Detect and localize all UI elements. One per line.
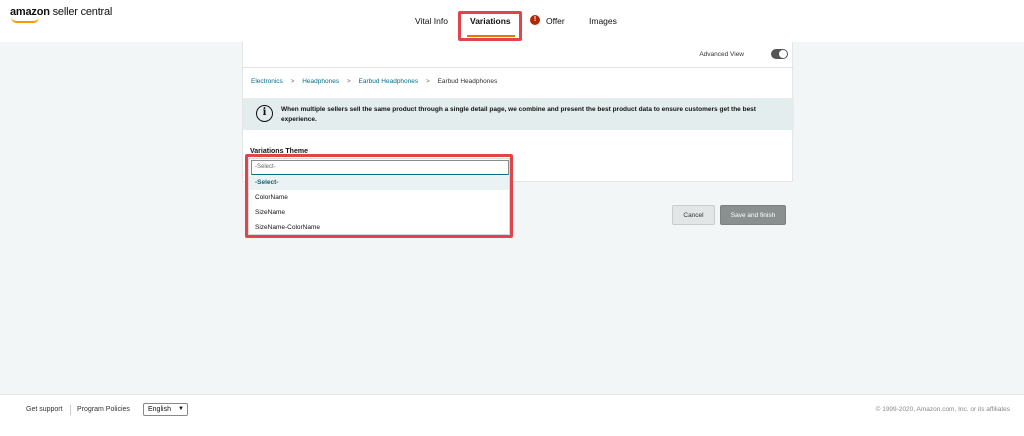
info-icon: i: [256, 105, 273, 122]
cancel-button[interactable]: Cancel: [672, 205, 715, 225]
toggle-knob: [779, 50, 787, 58]
breadcrumb-item-current: Earbud Headphones: [437, 78, 498, 85]
language-value: English: [148, 406, 171, 413]
info-notice: i When multiple sellers sell the same pr…: [243, 98, 794, 130]
footer-divider: [70, 405, 71, 415]
breadcrumb-separator: >: [425, 78, 430, 85]
advanced-view-row: Advanced View: [243, 42, 794, 68]
save-and-finish-button[interactable]: Save and finish: [720, 205, 786, 225]
copyright-text: © 1999-2020, Amazon.com, Inc. or its aff…: [875, 406, 1010, 413]
caret-down-icon: ▼: [178, 406, 184, 412]
advanced-view-label: Advanced View: [699, 51, 744, 58]
breadcrumb-item-electronics[interactable]: Electronics: [251, 78, 283, 85]
notice-text: When multiple sellers sell the same prod…: [281, 106, 756, 123]
language-select[interactable]: English ▼: [143, 403, 188, 416]
amazon-smile-icon: [11, 17, 39, 23]
highlight-box-dropdown: [245, 154, 513, 238]
program-policies-link[interactable]: Program Policies: [77, 406, 130, 413]
tab-offer[interactable]: Offer: [546, 16, 565, 26]
advanced-view-toggle[interactable]: [771, 49, 788, 59]
breadcrumb: Electronics > Headphones > Earbud Headph…: [251, 78, 497, 85]
breadcrumb-item-headphones[interactable]: Headphones: [302, 78, 339, 85]
alert-icon: !: [530, 15, 540, 25]
tab-images[interactable]: Images: [589, 16, 617, 26]
tab-vital-info[interactable]: Vital Info: [415, 16, 448, 26]
breadcrumb-separator: >: [290, 78, 295, 85]
page-footer: Get support Program Policies English ▼ ©…: [0, 394, 1024, 436]
get-support-link[interactable]: Get support: [26, 406, 63, 413]
breadcrumb-item-earbud-headphones[interactable]: Earbud Headphones: [359, 78, 419, 85]
highlight-box-variations-tab: [458, 11, 522, 41]
breadcrumb-separator: >: [346, 78, 351, 85]
